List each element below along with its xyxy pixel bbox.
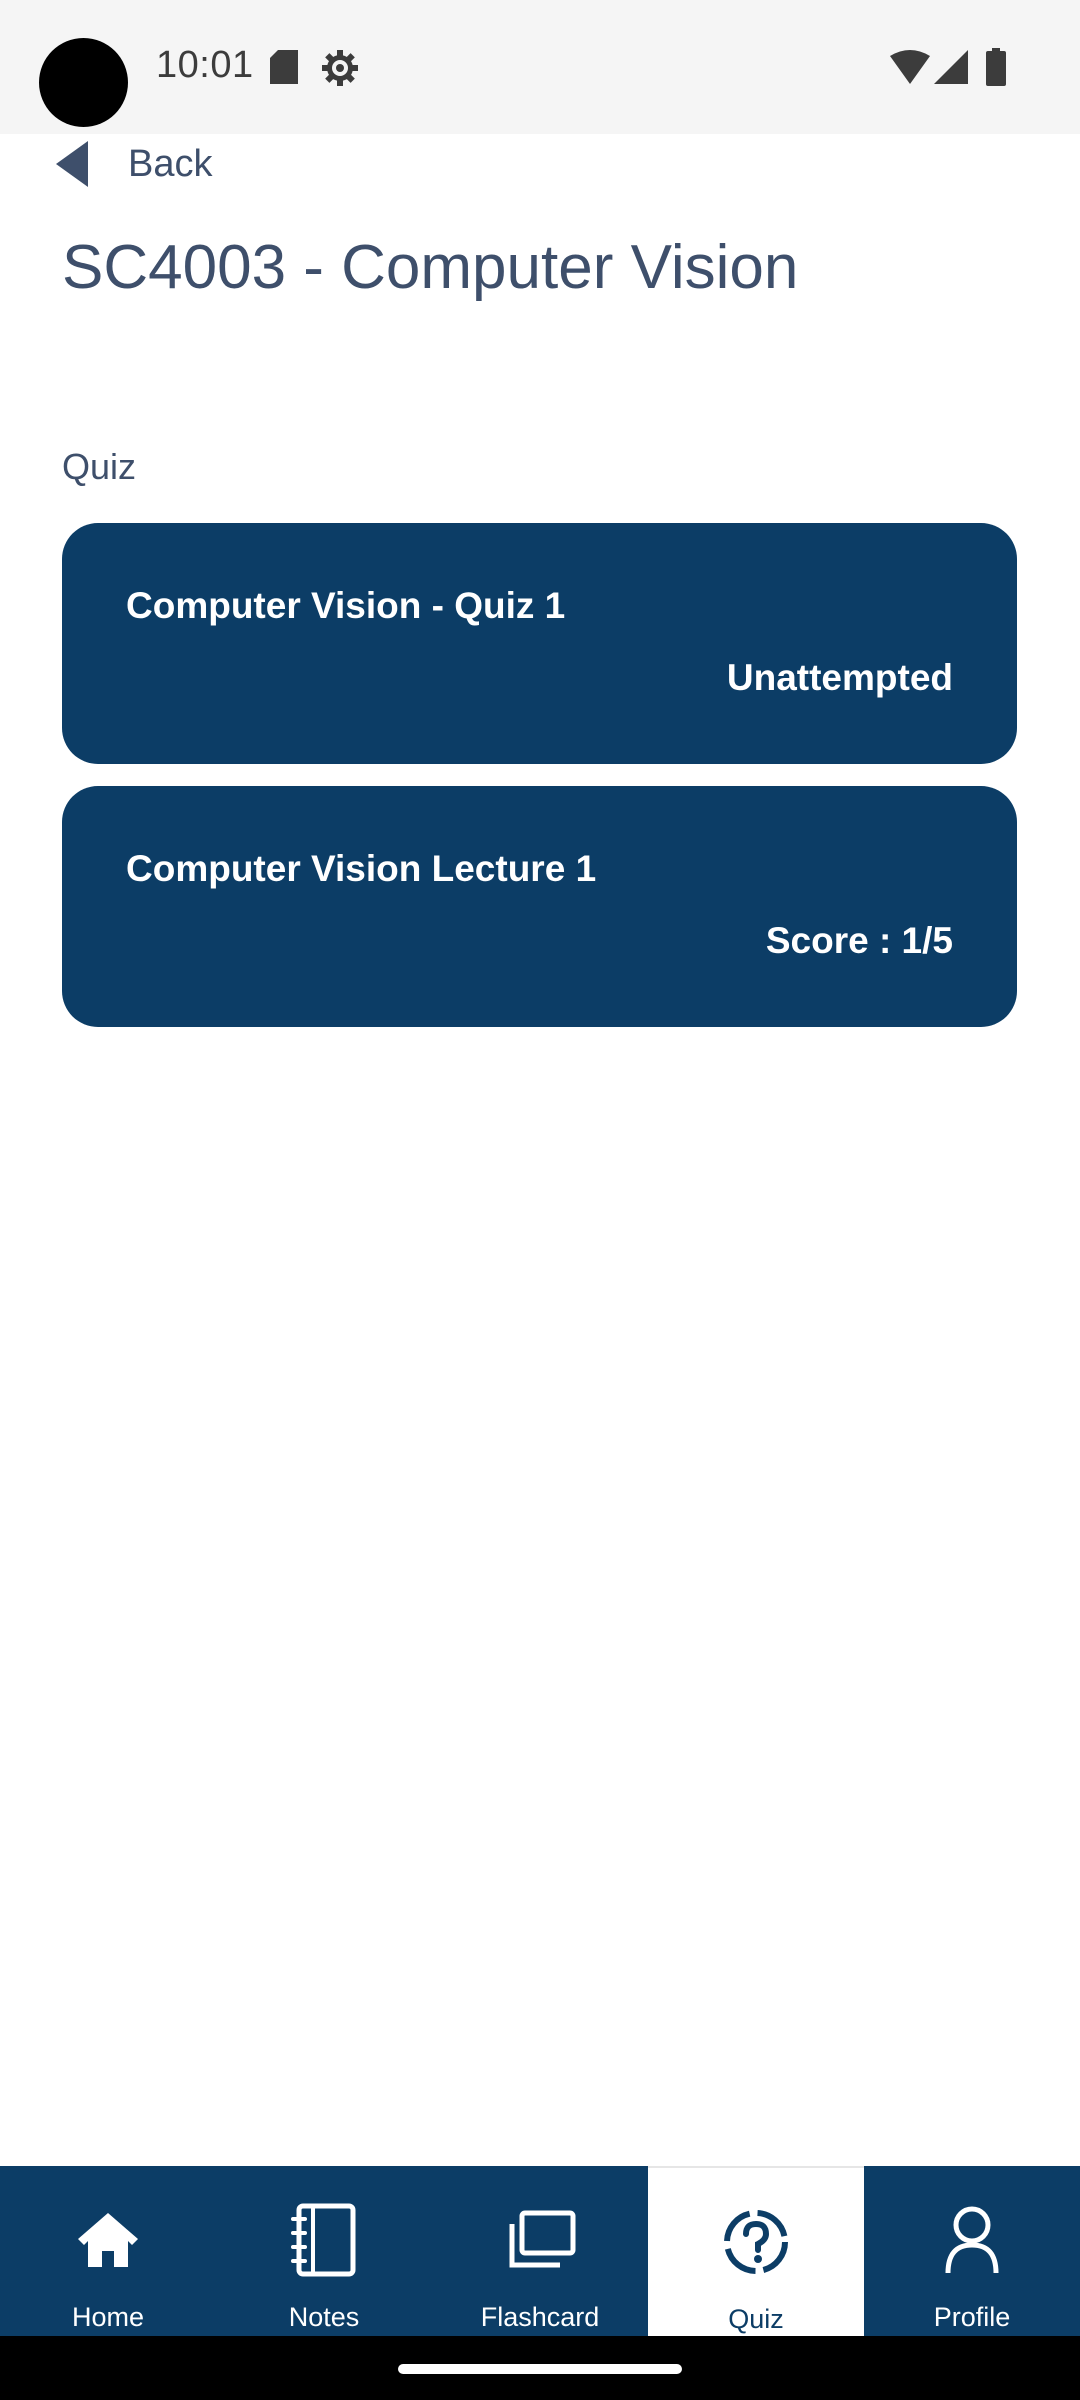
page-title: SC4003 - Computer Vision [62, 233, 799, 302]
nav-item-flashcard[interactable]: Flashcard [432, 2166, 648, 2336]
notebook-icon [291, 2200, 357, 2280]
quiz-card[interactable]: Computer Vision Lecture 1 Score : 1/5 [62, 786, 1017, 1027]
nav-item-notes[interactable]: Notes [216, 2166, 432, 2336]
home-gesture-handle[interactable] [398, 2364, 682, 2374]
settings-gear-icon [320, 48, 360, 93]
quiz-score: Score : 1/5 [765, 920, 953, 961]
person-icon [944, 2200, 1000, 2280]
flashcard-stack-icon [504, 2200, 576, 2280]
quiz-title: Computer Vision Lecture 1 [126, 848, 597, 889]
nav-label: Profile [933, 2302, 1011, 2332]
quiz-card[interactable]: Computer Vision - Quiz 1 Unattempted [62, 523, 1017, 764]
gesture-bar-area [0, 2336, 1080, 2400]
quiz-title: Computer Vision - Quiz 1 [126, 585, 566, 626]
sd-card-icon [270, 50, 298, 89]
wifi-icon [890, 50, 930, 89]
nav-item-profile[interactable]: Profile [864, 2166, 1080, 2336]
cell-signal-icon [934, 50, 968, 89]
section-label-quiz: Quiz [62, 446, 137, 487]
nav-item-quiz[interactable]: Quiz [648, 2166, 864, 2336]
battery-icon [986, 48, 1006, 91]
home-icon [76, 2200, 140, 2280]
nav-label: Flashcard [480, 2302, 600, 2332]
nav-label: Notes [288, 2302, 360, 2332]
status-bar: 10:01 [0, 0, 1080, 134]
back-button[interactable]: Back [56, 136, 236, 192]
nav-label: Quiz [728, 2304, 784, 2334]
quiz-status: Unattempted [726, 657, 953, 698]
app-screen: 10:01 Back SC4003 - Computer Vision Quiz… [0, 0, 1080, 2400]
bottom-nav: Home Notes Flashcard Quiz Profile [0, 2166, 1080, 2336]
nav-label: Home [71, 2302, 145, 2332]
nav-item-home[interactable]: Home [0, 2166, 216, 2336]
back-label: Back [128, 142, 213, 185]
question-circle-icon [722, 2202, 790, 2282]
status-time: 10:01 [156, 44, 254, 86]
back-arrow-icon [56, 141, 88, 187]
camera-cutout [39, 38, 128, 127]
